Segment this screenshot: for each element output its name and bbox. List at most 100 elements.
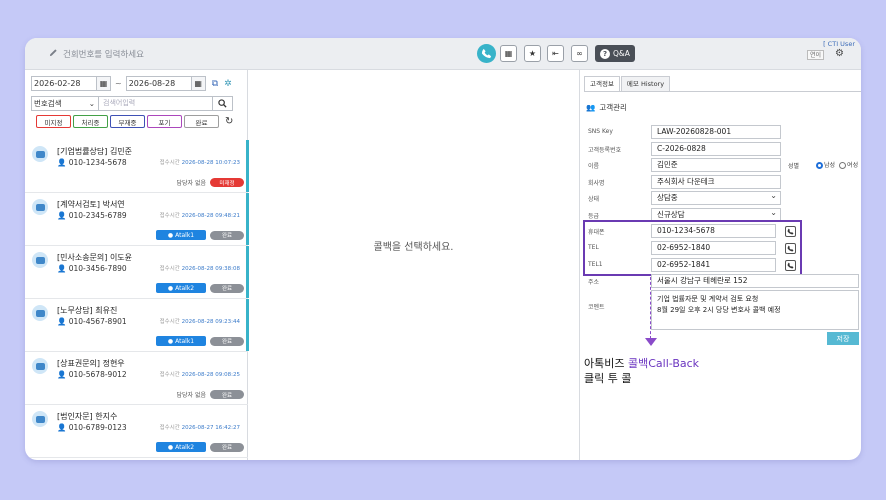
search-button[interactable] [213,96,233,111]
search-filter: 번호검색 ⌄ 검색어입력 [31,96,233,111]
atalk-badge[interactable]: ● Atalk2 [156,283,206,293]
status-badge: 완료 [210,230,244,240]
phone-search[interactable]: 건회번호를 입력하세요 [49,48,144,60]
list-item[interactable]: [민사소송문의] 이도윤 👤 010-3456-7890 접수시간 2026-0… [25,246,249,299]
keyword-input[interactable]: 검색어입력 [99,96,213,111]
atalk-badge[interactable]: ● Atalk1 [156,230,206,240]
callback-list: [기업법률상담] 김민준 👤 010-1234-5678 접수시간 2026-0… [25,140,249,458]
call-button[interactable] [477,44,496,63]
save-button[interactable]: 저장 [827,332,859,345]
callback-phone: 👤 010-2345-6789 [57,211,127,220]
company-field[interactable]: 주식회사 다운테크 [651,175,781,189]
date-to-input[interactable]: 2026-08-28 [125,76,192,91]
status-badge: 미재정 [210,178,244,187]
callback-time: 접수시간 2026-08-28 09:38:08 [159,266,240,272]
user-status-select[interactable]: 연이 [807,50,825,60]
chat-icon [32,358,48,374]
customer-no-field[interactable]: C-2026-0828 [651,142,781,156]
chat-icon [32,305,48,321]
qa-button[interactable]: ? Q&A [595,45,635,62]
callback-time: 접수시간 2026-08-28 09:08:25 [159,372,240,378]
list-item[interactable]: [상표권문의] 정현우 👤 010-5678-9012 접수시간 2026-08… [25,352,248,405]
callback-status: ● Atalk1 완료 [156,230,244,240]
status-badge: 완료 [210,390,244,399]
callback-title: [민사소송문의] 이도윤 [57,253,133,262]
transfer-button[interactable]: ⇤ [547,45,564,62]
address-field[interactable]: 서울시 강남구 테헤란로 152 [651,274,859,288]
gender-male-radio[interactable]: 남성 [816,160,835,169]
callback-status: ● Atalk2 완료 [156,442,244,452]
callback-title: [법인자문] 한지수 [57,412,118,421]
callback-detail-panel: 콜백을 선택하세요. [248,70,579,460]
tab-memo-history[interactable]: 메모 History [620,76,671,91]
chat-icon [32,411,48,427]
grade-label: 등급 [588,213,600,220]
list-item[interactable]: [노무상담] 최유진 👤 010-4567-8901 접수시간 2026-08-… [25,299,249,352]
comment-field[interactable]: 기업 법률자문 및 계약서 검토 요청 8월 29일 오후 2시 당당 변호사 … [651,290,859,330]
keypad-button[interactable]: ▦ [500,45,517,62]
callback-phone: 👤 010-5678-9012 [57,370,127,379]
customer-tabs: 고객정보 메모 History [584,76,671,91]
customer-panel: 고객정보 메모 History 👥 고객관리 SNS Key LAW-20260… [579,70,861,460]
sns-key-field[interactable]: LAW-20260828-001 [651,125,781,139]
sns-key-label: SNS Key [588,128,613,135]
user-icon: ● [167,284,174,292]
top-bar: 건회번호를 입력하세요 ▦ ★ ⇤ ∞ ? Q&A [ CTI User 연이 … [25,38,861,70]
filter-absent-button[interactable]: 부재중 [110,115,145,128]
refresh-icon[interactable]: ↻ [225,116,233,127]
gender-label: 성별 [788,163,800,170]
search-type-value: 번호검색 [34,99,62,108]
chat-icon [32,146,48,162]
callback-status: ● Atalk2 완료 [156,283,244,293]
filter-unassigned-button[interactable]: 미지정 [36,115,71,128]
search-type-select[interactable]: 번호검색 ⌄ [31,96,99,111]
filter-abandoned-button[interactable]: 포기 [147,115,182,128]
list-item[interactable]: [법인자문] 한지수 👤 010-6789-0123 접수시간 2026-08-… [25,405,248,458]
section-title: 👥 고객관리 [586,103,627,112]
atalk-badge[interactable]: ● Atalk1 [156,336,206,346]
annotation-caption-2: 클릭 투 콜 [584,372,632,385]
annotation-arrow-head [645,338,657,346]
list-item[interactable]: [기업법률상담] 김민준 👤 010-1234-5678 접수시간 2026-0… [25,140,249,193]
user-icon: ● [167,231,174,239]
filter-done-button[interactable]: 완료 [184,115,219,128]
company-label: 회사명 [588,180,605,187]
org-tree-icon[interactable]: ✲ [224,79,232,89]
chevron-down-icon: ⌄ [88,99,95,108]
link-icon: ∞ [576,49,583,58]
callback-phone: 👤 010-1234-5678 [57,158,127,167]
gender-radio-group: 남성 여성 [816,160,858,169]
manager-label: 담당자 없음 [176,180,206,187]
address-label: 주소 [588,279,600,286]
transfer-icon: ⇤ [552,49,559,58]
users-icon: 👥 [586,103,596,112]
name-field[interactable]: 김민준 [651,158,781,172]
callback-title: [계약서검토] 박서연 [57,200,125,209]
tab-customer-info[interactable]: 고객정보 [584,76,620,91]
link-button[interactable]: ∞ [571,45,588,62]
date-range-separator: ~ [115,79,122,88]
gender-female-radio[interactable]: 여성 [839,160,858,169]
calendar-icon[interactable]: ▦ [97,76,111,91]
customer-no-label: 고객등록번호 [588,147,622,154]
callback-status: 담당자 없음 완료 [176,390,244,399]
phone-search-placeholder: 건회번호를 입력하세요 [63,50,144,60]
search-icon [218,99,227,108]
qa-label: Q&A [613,49,630,58]
user-icon: ● [167,337,174,345]
calendar-icon[interactable]: ▦ [191,76,206,91]
callback-title: [노무상담] 최유진 [57,306,118,315]
gear-icon[interactable]: ⚙ [835,48,844,59]
date-from-input[interactable]: 2026-02-28 [31,76,97,91]
question-icon: ? [600,48,610,59]
atalk-badge[interactable]: ● Atalk2 [156,442,206,452]
favorite-button[interactable]: ★ [524,45,541,62]
click-to-call-highlight [583,220,802,276]
list-item[interactable]: [계약서검토] 박서연 👤 010-2345-6789 접수시간 2026-08… [25,193,249,246]
copy-icon[interactable]: ⧉ [212,79,218,89]
callback-title: [상표권문의] 정현우 [57,359,125,368]
state-select[interactable]: 상담중 [651,190,781,205]
callback-time: 접수시간 2026-08-27 16:42:27 [159,425,240,431]
filter-in-progress-button[interactable]: 처리중 [73,115,108,128]
callback-phone: 👤 010-4567-8901 [57,317,127,326]
